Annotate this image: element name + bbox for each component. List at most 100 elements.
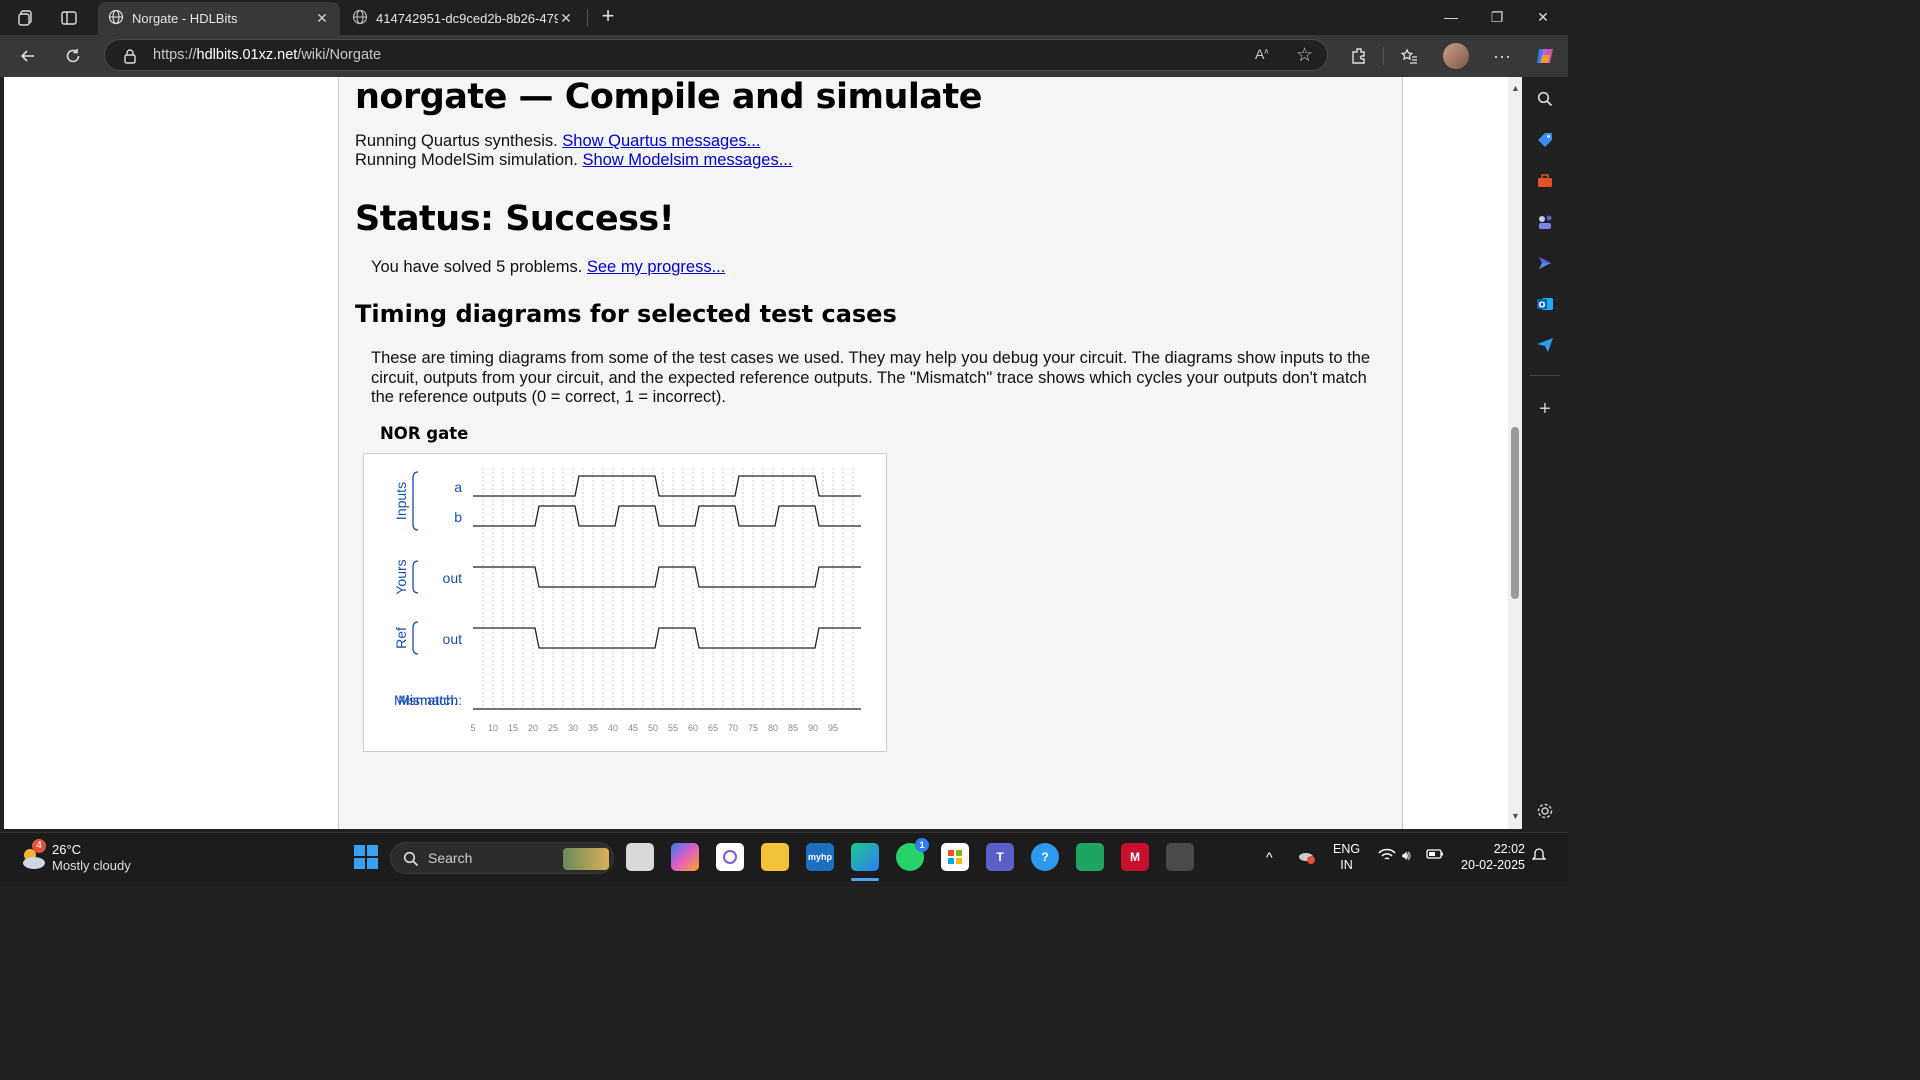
outlook-icon[interactable]: O xyxy=(1535,294,1555,314)
see-progress-link[interactable]: See my progress... xyxy=(587,258,725,276)
signal-label: out xyxy=(443,570,463,586)
tab-norgate[interactable]: Norgate - HDLBits ✕ xyxy=(98,2,340,35)
add-icon[interactable]: + xyxy=(1535,398,1555,420)
app-icon[interactable] xyxy=(1166,843,1194,871)
globe-icon xyxy=(108,9,124,28)
mcafee-icon[interactable]: M xyxy=(1121,843,1149,871)
quartus-line: Running Quartus synthesis. Show Quartus … xyxy=(355,132,761,150)
x-tick-label: 60 xyxy=(688,723,698,733)
x-tick-label: 5 xyxy=(470,723,475,733)
tab-image[interactable]: 414742951-dc9ced2b-8b26-479a ✕ xyxy=(342,2,584,35)
close-tab-icon[interactable]: ✕ xyxy=(558,10,574,27)
read-aloud-icon[interactable]: Aʌ xyxy=(1255,46,1268,62)
photos-app-icon[interactable] xyxy=(716,843,744,871)
myhp-icon[interactable]: myhp xyxy=(806,843,834,871)
profile-avatar[interactable] xyxy=(1443,43,1469,69)
notification-icon[interactable] xyxy=(1531,847,1547,867)
close-tab-icon[interactable]: ✕ xyxy=(314,10,330,27)
page-scrollbar[interactable]: ▲ ▼ xyxy=(1508,77,1522,829)
store-icon[interactable] xyxy=(941,843,969,871)
solved-line: You have solved 5 problems. See my progr… xyxy=(371,258,726,276)
x-tick-label: 55 xyxy=(668,723,678,733)
wifi-icon[interactable] xyxy=(1378,848,1396,865)
globe-icon xyxy=(352,9,368,28)
show-quartus-link[interactable]: Show Quartus messages... xyxy=(562,132,760,150)
shopping-tag-icon[interactable] xyxy=(1535,130,1555,150)
help-icon[interactable]: ? xyxy=(1031,843,1059,871)
weather-desc: Mostly cloudy xyxy=(52,858,131,873)
whatsapp-icon[interactable]: 1 xyxy=(896,838,929,871)
group-label-yours: Yours xyxy=(393,559,409,594)
task-view-icon[interactable] xyxy=(626,843,654,871)
timing-heading: Timing diagrams for selected test cases xyxy=(355,300,897,328)
x-tick-label: 10 xyxy=(488,723,498,733)
timing-diagram: a b out out Mismatch: Inputs Yours Ref Mismatch:… xyxy=(363,453,887,752)
windows-start-icon[interactable] xyxy=(352,843,380,871)
restore-button[interactable]: ❐ xyxy=(1474,4,1520,30)
language-indicator[interactable]: ENG IN xyxy=(1333,841,1360,873)
group-bracket xyxy=(412,621,419,655)
close-window-button[interactable]: ✕ xyxy=(1520,4,1566,30)
search-highlight-image xyxy=(563,848,609,870)
toolbar-divider xyxy=(1383,47,1384,65)
scroll-up-icon[interactable]: ▲ xyxy=(1511,83,1520,93)
settings-gear-icon[interactable] xyxy=(1535,801,1555,821)
file-explorer-icon[interactable] xyxy=(761,843,789,871)
clock[interactable]: 22:02 20-02-2025 xyxy=(1457,841,1525,873)
show-modelsim-link[interactable]: Show Modelsim messages... xyxy=(582,151,792,169)
status-heading: Status: Success! xyxy=(355,199,675,239)
timing-description: These are timing diagrams from some of t… xyxy=(371,349,1371,406)
edge-browser-icon[interactable] xyxy=(851,843,879,871)
network-alert-icon[interactable] xyxy=(1298,847,1316,869)
favorites-icon[interactable] xyxy=(1395,42,1423,70)
volume-icon[interactable]: 🔊︎ xyxy=(1402,847,1411,863)
games-icon[interactable] xyxy=(1535,212,1555,232)
scroll-down-icon[interactable]: ▼ xyxy=(1511,811,1520,821)
group-bracket xyxy=(412,560,419,594)
weather-temp: 26°C xyxy=(52,842,82,857)
signal-label: b xyxy=(454,509,462,525)
search-icon[interactable] xyxy=(1535,89,1555,109)
tab-actions-icon[interactable] xyxy=(55,4,83,32)
x-tick-label: 20 xyxy=(528,723,538,733)
copilot-icon[interactable] xyxy=(1531,42,1559,70)
timing-svg: aboutoutMismatch:InputsYoursRefMismatch:… xyxy=(393,468,861,733)
back-button[interactable] xyxy=(14,42,42,70)
send-icon[interactable] xyxy=(1535,335,1555,355)
tools-icon[interactable] xyxy=(1535,171,1555,191)
new-tab-button[interactable]: + xyxy=(596,4,620,30)
page-viewport: norgate — Compile and simulate Running Q… xyxy=(4,77,1508,829)
modelsim-line: Running ModelSim simulation. Show Models… xyxy=(355,151,793,169)
url-text: https://hdlbits.01xz.net/wiki/Norgate xyxy=(153,47,382,63)
refresh-button[interactable] xyxy=(59,42,87,70)
svg-text:O: O xyxy=(1539,301,1546,310)
tab-divider xyxy=(587,9,588,27)
workspaces-icon[interactable] xyxy=(12,4,40,32)
copilot-app-icon[interactable] xyxy=(671,843,699,871)
battery-icon[interactable] xyxy=(1426,847,1444,864)
x-tick-label: 80 xyxy=(768,723,778,733)
extensions-icon[interactable] xyxy=(1345,42,1373,70)
signal-label: out xyxy=(443,631,463,647)
teams-icon[interactable]: T xyxy=(986,843,1014,871)
signal-label: a xyxy=(454,479,462,495)
search-icon xyxy=(403,851,419,867)
x-tick-label: 35 xyxy=(588,723,598,733)
favorite-star-icon[interactable]: ☆ xyxy=(1296,44,1313,67)
page-title: norgate — Compile and simulate xyxy=(355,77,982,117)
scroll-thumb[interactable] xyxy=(1511,427,1519,599)
chevron-up-icon[interactable]: ^ xyxy=(1266,849,1273,865)
more-options-icon[interactable]: ··· xyxy=(1488,42,1516,70)
x-tick-label: 40 xyxy=(608,723,618,733)
lock-icon[interactable] xyxy=(123,48,137,69)
diagram-title: NOR gate xyxy=(380,424,469,443)
minimize-button[interactable]: — xyxy=(1428,4,1474,30)
x-tick-label: 50 xyxy=(648,723,658,733)
mismatch-label: Mismatch: xyxy=(394,692,458,708)
sheets-icon[interactable] xyxy=(1076,843,1104,871)
taskbar-search[interactable]: Search xyxy=(390,842,614,874)
x-tick-label: 90 xyxy=(808,723,818,733)
tab-bar: Norgate - HDLBits ✕ 414742951-dc9ced2b-8… xyxy=(0,0,1568,35)
address-bar[interactable]: https://hdlbits.01xz.net/wiki/Norgate Aʌ… xyxy=(104,39,1328,71)
copilot-sidebar-icon[interactable] xyxy=(1535,253,1555,273)
